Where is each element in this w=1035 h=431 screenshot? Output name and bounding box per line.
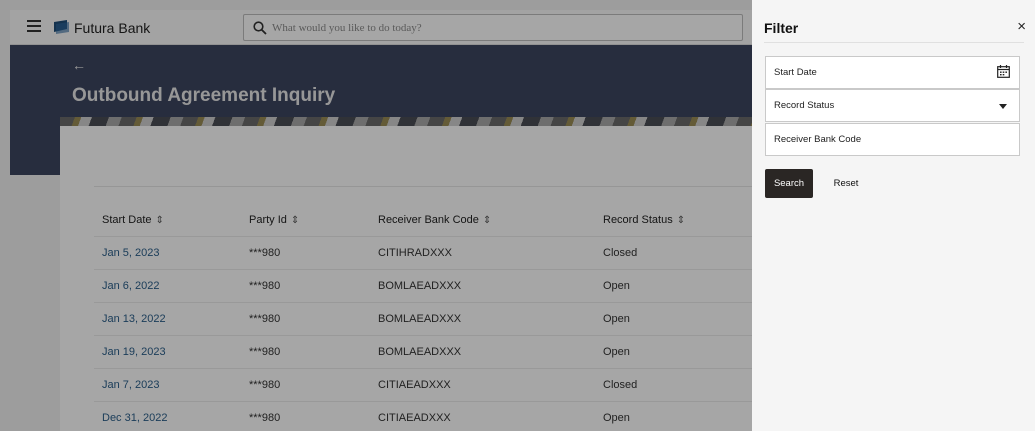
start-date-field[interactable]: Start Date [765,56,1020,89]
search-button[interactable]: Search [765,169,813,198]
modal-backdrop[interactable] [0,0,752,431]
filter-panel: Filter × Start Date Record Status Receiv… [752,0,1035,431]
chevron-down-icon [999,104,1007,109]
record-status-dropdown[interactable]: Record Status [765,89,1020,122]
start-date-label: Start Date [774,67,817,78]
calendar-icon[interactable] [997,65,1010,78]
record-status-label: Record Status [774,100,835,111]
close-icon[interactable]: × [1017,18,1026,35]
divider [764,42,1024,43]
receiver-bank-code-label: Receiver Bank Code [774,134,862,145]
reset-button[interactable]: Reset [824,169,868,198]
receiver-bank-code-field[interactable]: Receiver Bank Code [765,123,1020,156]
filter-title: Filter [764,20,799,36]
